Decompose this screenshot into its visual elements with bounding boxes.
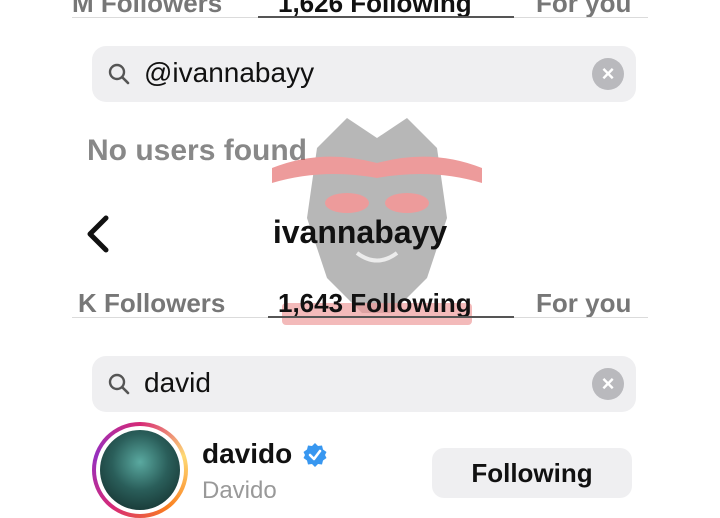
avatar[interactable] [92, 422, 188, 518]
tab-following[interactable]: 1,643 Following [278, 288, 472, 319]
profile-username-title: ivannabayy [272, 214, 448, 250]
top-tabs: M Followers 1,626 Following For you [72, 0, 648, 18]
user-username: davido [202, 438, 293, 469]
clear-search-icon[interactable]: × [592, 58, 624, 90]
clear-search-icon[interactable]: × [592, 368, 624, 400]
tab-followers[interactable]: K Followers [78, 288, 225, 319]
tab-for-you[interactable]: For you [536, 288, 631, 319]
active-tab-indicator [258, 16, 514, 18]
search-input[interactable]: @ivannabayy [144, 57, 314, 89]
user-display-name: Davido [202, 477, 277, 504]
following-button[interactable]: Following [432, 448, 632, 498]
user-list-item[interactable]: davido Davido Following [92, 422, 652, 518]
search-bar[interactable]: david × [92, 356, 636, 412]
verified-badge-icon [303, 443, 327, 467]
search-icon [108, 373, 130, 395]
search-input[interactable]: david [144, 367, 211, 399]
active-tab-indicator [268, 316, 514, 318]
search-icon [108, 63, 130, 85]
follow-tabs: K Followers 1,643 Following For you [72, 288, 648, 318]
search-bar[interactable]: @ivannabayy × [92, 46, 636, 102]
